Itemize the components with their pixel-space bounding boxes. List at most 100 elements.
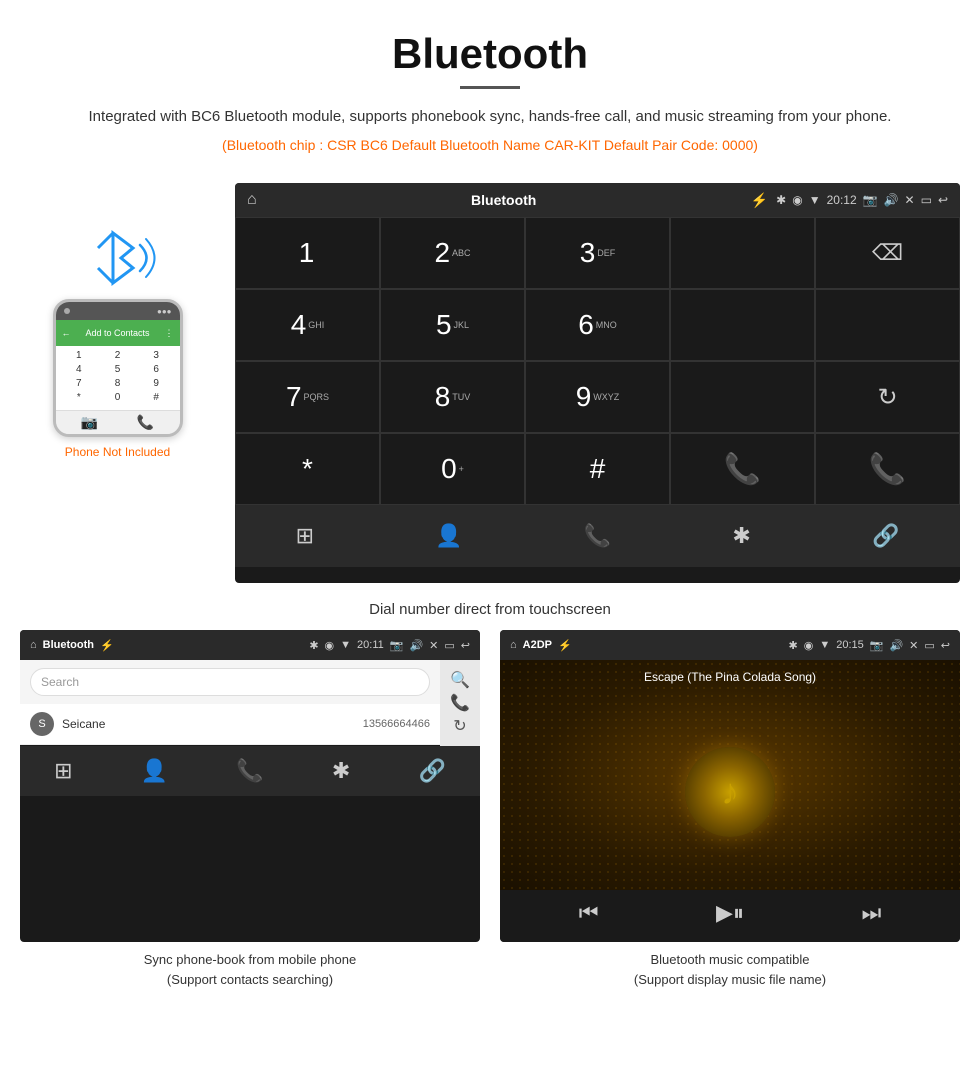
- dial-key-hash[interactable]: #: [525, 433, 670, 505]
- nav-link-icon[interactable]: 🔗: [872, 523, 899, 549]
- phone-camera-dot: [64, 308, 70, 314]
- dialpad-row-1: 1 2 3: [60, 350, 176, 361]
- nav-phone-icon[interactable]: 📞: [584, 523, 611, 549]
- dial-key-8[interactable]: 8TUV: [380, 361, 525, 433]
- phonebook-nav-user[interactable]: 👤: [141, 758, 168, 784]
- usb-icon: ⚡: [751, 192, 768, 209]
- phonebook-nav-bt[interactable]: ✱: [332, 758, 350, 784]
- phone-green-call-icon: 📞: [137, 414, 154, 431]
- nav-bt-icon[interactable]: ✱: [732, 523, 750, 549]
- phone-key-star: *: [65, 392, 93, 403]
- phonebook-caption: Sync phone-book from mobile phone(Suppor…: [20, 942, 480, 997]
- large-screen[interactable]: ⌂ Bluetooth ⚡ ✱ ◉ ▼ 20:12 📷 🔊 ✕ ▭ ↩ 1 2A…: [235, 183, 960, 583]
- music-usb-icon: ⚡: [558, 639, 572, 652]
- phone-key-8: 8: [103, 378, 131, 389]
- nav-apps-icon[interactable]: ⊞: [296, 523, 314, 549]
- search-bar: Search: [20, 660, 440, 704]
- dial-key-star[interactable]: *: [235, 433, 380, 505]
- phonebook-nav-apps[interactable]: ⊞: [54, 758, 72, 784]
- music-prev-icon[interactable]: ⏮: [579, 900, 599, 932]
- contact-number: 13566664466: [363, 718, 430, 730]
- bt-signal-icon: [78, 223, 158, 293]
- nav-contacts-icon[interactable]: 👤: [435, 523, 462, 549]
- side-refresh-icon[interactable]: ↻: [453, 716, 466, 736]
- dial-call-button[interactable]: 📞: [670, 433, 815, 505]
- back-icon[interactable]: ↩: [938, 193, 948, 207]
- main-caption: Dial number direct from touchscreen: [0, 593, 980, 630]
- dialpad-grid[interactable]: 1 2ABC 3DEF ⌫ 4GHI 5JKL 6MNO 7PQRS 8TUV …: [235, 217, 960, 505]
- music-wifi-icon: ▼: [819, 639, 830, 651]
- dial-sub-5: JKL: [454, 320, 470, 330]
- dialpad-row-3: 7 8 9: [60, 378, 176, 389]
- dial-key-5[interactable]: 5JKL: [380, 289, 525, 361]
- phone-mockup: ●●● ← Add to Contacts ⋮ 1 2 3 4 5 6: [53, 299, 183, 437]
- screen-title: Bluetooth: [265, 192, 743, 208]
- music-controls[interactable]: ⏮ ▶⏸ ⏭: [500, 890, 960, 942]
- music-status-bar: ⌂ A2DP ⚡ ✱ ◉ ▼ 20:15 📷 🔊 ✕ ▭ ↩: [500, 630, 960, 660]
- bt-signal-area: [78, 223, 158, 293]
- dial-key-0[interactable]: 0+: [380, 433, 525, 505]
- music-next-icon[interactable]: ⏭: [861, 900, 881, 932]
- dial-key-6[interactable]: 6MNO: [525, 289, 670, 361]
- phone-key-5: 5: [103, 364, 131, 375]
- music-panel[interactable]: ⌂ A2DP ⚡ ✱ ◉ ▼ 20:15 📷 🔊 ✕ ▭ ↩ Escape (T…: [500, 630, 960, 942]
- music-home-icon[interactable]: ⌂: [510, 639, 517, 651]
- phone-area: ●●● ← Add to Contacts ⋮ 1 2 3 4 5 6: [20, 183, 215, 583]
- side-phone-icon[interactable]: 📞: [450, 693, 470, 713]
- phone-dialpad: 1 2 3 4 5 6 7 8 9 * 0 #: [56, 346, 180, 410]
- dial-empty-3: [815, 289, 960, 361]
- dial-empty-2: [670, 289, 815, 361]
- phone-not-included-label: Phone Not Included: [65, 445, 170, 459]
- phonebook-nav-link[interactable]: 🔗: [418, 758, 445, 784]
- phonebook-section: ⌂ Bluetooth ⚡ ✱ ◉ ▼ 20:11 📷 🔊 ✕ ▭ ↩: [20, 630, 480, 997]
- dial-empty-1: [670, 217, 815, 289]
- music-play-pause-icon[interactable]: ▶⏸: [716, 900, 744, 932]
- screen-icon: ▭: [921, 193, 932, 207]
- phonebook-home-icon[interactable]: ⌂: [30, 639, 37, 651]
- dialpad-row-2: 4 5 6: [60, 364, 176, 375]
- dial-key-3[interactable]: 3DEF: [525, 217, 670, 289]
- camera-icon: 📷: [863, 193, 878, 207]
- bottom-nav[interactable]: ⊞ 👤 📞 ✱ 🔗: [235, 505, 960, 567]
- title-underline: [460, 86, 520, 89]
- page-header: Bluetooth Integrated with BC6 Bluetooth …: [0, 0, 980, 183]
- dial-sub-7: PQRS: [304, 392, 330, 402]
- dial-key-2[interactable]: 2ABC: [380, 217, 525, 289]
- music-scr-icon: ▭: [924, 639, 934, 652]
- phone-key-9: 9: [142, 378, 170, 389]
- home-icon[interactable]: ⌂: [247, 191, 257, 209]
- dial-key-9[interactable]: 9WXYZ: [525, 361, 670, 433]
- side-search-icon[interactable]: 🔍: [450, 670, 470, 690]
- music-panel-title: A2DP: [523, 639, 552, 651]
- location-icon: ◉: [792, 193, 802, 207]
- search-input-mock[interactable]: Search: [30, 668, 430, 696]
- music-caption: Bluetooth music compatible(Support displ…: [500, 942, 960, 997]
- dial-key-7[interactable]: 7PQRS: [235, 361, 380, 433]
- contact-row[interactable]: S Seicane 13566664466: [20, 704, 440, 745]
- dial-refresh[interactable]: ↻: [815, 361, 960, 433]
- phonebook-caption-line1: Sync phone-book from mobile phone(Suppor…: [144, 952, 356, 987]
- phone-key-7: 7: [65, 378, 93, 389]
- music-caption-text: Bluetooth music compatible(Support displ…: [634, 952, 826, 987]
- dial-key-1[interactable]: 1: [235, 217, 380, 289]
- music-vol-icon: 🔊: [889, 639, 903, 652]
- phonebook-time: 20:11: [357, 639, 384, 651]
- phonebook-bt-icon: ✱: [309, 639, 318, 652]
- phonebook-bottom-nav[interactable]: ⊞ 👤 📞 ✱ 🔗: [20, 746, 480, 796]
- phonebook-panel-title: Bluetooth: [43, 639, 94, 651]
- phonebook-nav-phone[interactable]: 📞: [236, 758, 263, 784]
- dial-backspace[interactable]: ⌫: [815, 217, 960, 289]
- phone-key-2: 2: [103, 350, 131, 361]
- dial-sub-8: TUV: [452, 392, 470, 402]
- music-cam-icon: 📷: [870, 639, 884, 652]
- description: Integrated with BC6 Bluetooth module, su…: [60, 105, 920, 129]
- music-back-icon[interactable]: ↩: [941, 639, 950, 652]
- dial-key-4[interactable]: 4GHI: [235, 289, 380, 361]
- dial-end-button[interactable]: 📞: [815, 433, 960, 505]
- phonebook-panel[interactable]: ⌂ Bluetooth ⚡ ✱ ◉ ▼ 20:11 📷 🔊 ✕ ▭ ↩: [20, 630, 480, 942]
- phonebook-back-icon[interactable]: ↩: [461, 639, 470, 652]
- phonebook-wrapper: Search S Seicane 13566664466 🔍 📞 ↻: [20, 660, 480, 746]
- phone-top-bar: ●●●: [56, 302, 180, 320]
- contact-initial: S: [38, 718, 45, 730]
- phone-key-1: 1: [65, 350, 93, 361]
